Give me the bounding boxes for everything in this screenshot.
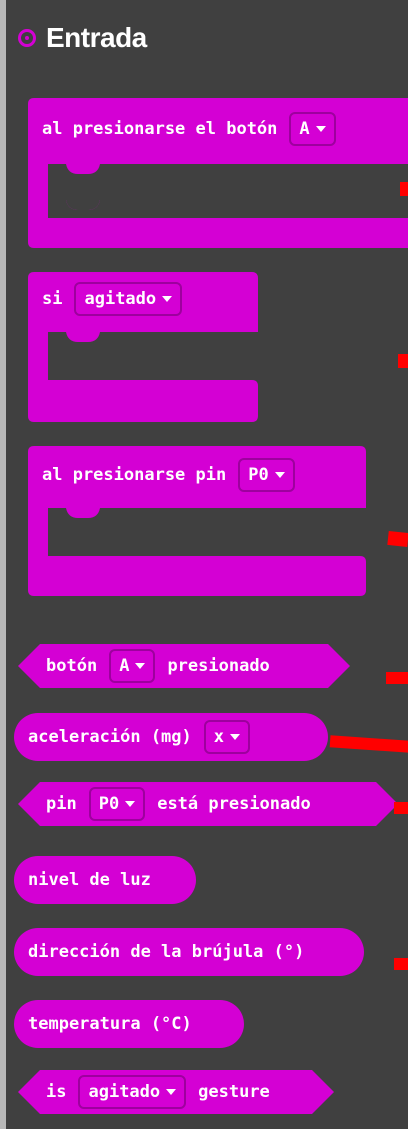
button-dropdown[interactable]: A <box>289 112 336 146</box>
pin-pressed-dropdown-value: P0 <box>98 794 120 814</box>
is-gesture-dropdown-value: agitado <box>88 1082 161 1102</box>
category-header: Entrada <box>18 18 147 58</box>
chevron-down-icon <box>135 663 146 669</box>
on-pin-pressed-block[interactable]: al presionarse pin P0 <box>28 446 366 596</box>
pin-is-pressed-block[interactable]: pin P0 está presionado <box>18 782 398 826</box>
axis-dropdown[interactable]: x <box>203 720 251 754</box>
button-pressed-dropdown-value: A <box>119 656 130 676</box>
red-annotation-mark <box>394 802 408 814</box>
is-gesture-dropdown[interactable]: agitado <box>78 1075 187 1109</box>
axis-dropdown-value: x <box>213 727 225 747</box>
red-annotation-mark <box>387 530 408 548</box>
button-pressed-pre: botón <box>46 656 98 676</box>
button-pressed-dropdown[interactable]: A <box>109 649 156 683</box>
light-level-block[interactable]: nivel de luz <box>14 856 196 904</box>
pin-pressed-dropdown[interactable]: P0 <box>88 787 146 821</box>
is-gesture-pre: is <box>46 1082 67 1102</box>
red-annotation-mark <box>398 354 408 368</box>
red-annotation-mark <box>386 672 408 684</box>
on-gesture-block[interactable]: si agitado <box>28 272 258 422</box>
red-annotation-mark <box>400 182 408 196</box>
temperature-block[interactable]: temperatura (°C) <box>14 1000 244 1048</box>
acceleration-label: aceleración (mg) <box>28 727 192 747</box>
on-button-pressed-block[interactable]: al presionarse el botón A <box>28 98 408 248</box>
pin-dropdown[interactable]: P0 <box>238 458 295 492</box>
chevron-down-icon <box>166 1089 177 1095</box>
gesture-dropdown-value: agitado <box>84 289 157 309</box>
button-pressed-post: presionado <box>167 656 270 676</box>
chevron-down-icon <box>125 801 136 807</box>
toolbox-flyout: Entrada al presionarse el botón A si agi… <box>0 0 408 1129</box>
is-gesture-block[interactable]: is agitado gesture <box>18 1070 334 1114</box>
pin-pressed-post: está presionado <box>157 794 311 814</box>
is-gesture-post: gesture <box>198 1082 270 1102</box>
pin-pressed-pre: pin <box>46 794 77 814</box>
chevron-down-icon <box>162 296 173 302</box>
button-is-pressed-block[interactable]: botón A presionado <box>18 644 350 688</box>
chevron-down-icon <box>274 472 285 478</box>
light-level-label: nivel de luz <box>28 870 151 890</box>
if-gesture-label: si <box>42 289 63 309</box>
on-button-label: al presionarse el botón <box>42 119 278 139</box>
compass-label: dirección de la brújula (°) <box>28 942 305 962</box>
radio-circle-icon <box>18 29 36 47</box>
compass-heading-block[interactable]: dirección de la brújula (°) <box>14 928 364 976</box>
temperature-label: temperatura (°C) <box>28 1014 192 1034</box>
flyout-edge <box>0 0 6 1129</box>
red-annotation-mark <box>329 735 408 753</box>
acceleration-block[interactable]: aceleración (mg) x <box>14 713 328 761</box>
chevron-down-icon <box>315 126 326 132</box>
chevron-down-icon <box>230 734 241 740</box>
red-annotation-mark <box>394 958 408 970</box>
gesture-dropdown[interactable]: agitado <box>74 282 183 316</box>
category-title: Entrada <box>46 22 147 53</box>
on-pin-label: al presionarse pin <box>42 465 227 485</box>
button-dropdown-value: A <box>299 119 310 139</box>
pin-dropdown-value: P0 <box>248 465 269 485</box>
